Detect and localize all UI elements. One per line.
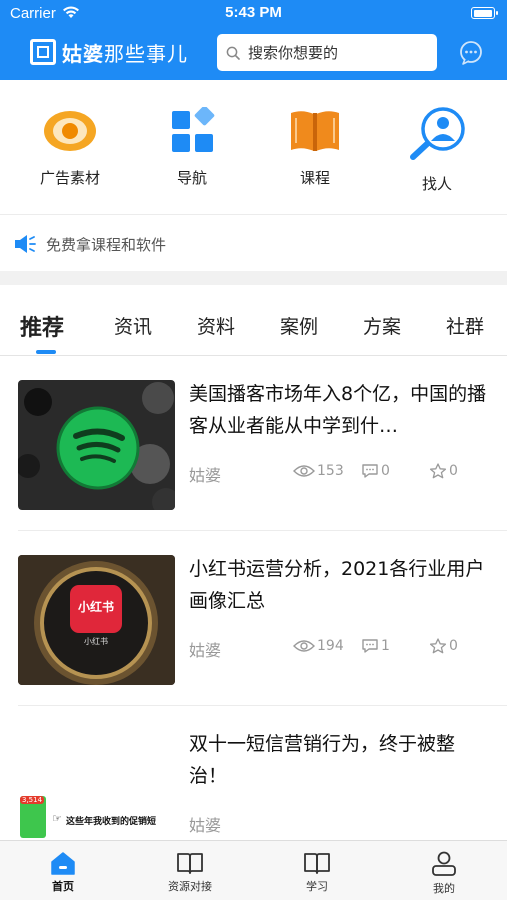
book-icon xyxy=(291,111,339,151)
view-count: 194 xyxy=(293,638,344,654)
tab-community[interactable]: 社群 xyxy=(446,312,484,339)
search-box[interactable] xyxy=(217,34,437,71)
tabbar-label: 资源对接 xyxy=(168,880,212,893)
user-icon xyxy=(432,851,456,876)
tab-recommend[interactable]: 推荐 xyxy=(20,310,64,342)
article-item[interactable]: 小红书 小红书 小红书运营分析，2021各行业用户画像汇总 姑婆 194 1 0 xyxy=(0,531,507,706)
category-label: 找人 xyxy=(421,175,452,193)
like-count[interactable]: 0 xyxy=(429,463,458,479)
logo-text-bold: 姑婆 xyxy=(62,41,104,66)
spotify-logo-image xyxy=(18,380,175,510)
article-meta: 姑婆 xyxy=(189,810,489,835)
category-course[interactable]: 课程 xyxy=(265,95,365,205)
tabbar-label: 我的 xyxy=(433,882,455,895)
message-icon[interactable] xyxy=(458,40,484,66)
tabbar-home[interactable]: 首页 xyxy=(0,841,126,900)
grid-icon xyxy=(172,107,215,152)
app-logo: 姑婆 那些事儿 xyxy=(30,36,188,68)
category-find-people[interactable]: 找人 xyxy=(387,95,487,205)
tabbar-study[interactable]: 学习 xyxy=(254,841,380,900)
article-thumbnail xyxy=(18,380,175,510)
speaker-icon xyxy=(15,235,36,253)
article-title: 双十一短信营销行为，终于被整治！ xyxy=(189,733,456,787)
comment-count-value: 1 xyxy=(381,638,390,654)
xiaohongshu-caption: 小红书 xyxy=(84,637,108,646)
comment-count: 0 xyxy=(361,463,390,479)
study-book-icon xyxy=(304,853,330,874)
section-divider xyxy=(0,271,507,285)
sms-caption: 这些年我收到的促销短 xyxy=(66,817,157,827)
article-title: 美国播客市场年入8个亿，中国的播客从业者能从中学到什… xyxy=(189,383,487,437)
tab-solutions[interactable]: 方案 xyxy=(363,312,401,339)
comment-count-value: 0 xyxy=(381,463,390,479)
search-icon xyxy=(226,46,240,60)
sms-badge: 3,514 xyxy=(20,796,45,804)
comment-icon xyxy=(362,639,378,653)
search-input[interactable] xyxy=(248,43,428,62)
category-label: 导航 xyxy=(176,169,207,187)
category-tabs: 推荐 资讯 资料 案例 方案 社群 xyxy=(0,300,507,356)
eye-outline-icon xyxy=(293,640,315,652)
view-count: 153 xyxy=(293,463,344,479)
article-thumbnail: 小红书 小红书 xyxy=(18,555,175,685)
pointing-hand-icon: ☞ xyxy=(52,812,62,825)
like-count-value: 0 xyxy=(449,638,458,654)
divider xyxy=(0,214,507,215)
status-time: 5:43 PM xyxy=(225,4,282,21)
logo-text-thin: 那些事儿 xyxy=(104,41,188,66)
notice-bar[interactable]: 免费拿课程和软件 xyxy=(0,218,507,270)
category-label: 广告素材 xyxy=(39,169,100,187)
xiaohongshu-logo-image xyxy=(18,555,175,685)
comment-count: 1 xyxy=(361,638,390,654)
like-count-value: 0 xyxy=(449,463,458,479)
tabbar-mine[interactable]: 我的 xyxy=(381,841,507,900)
category-grid: 广告素材 导航 课程 找人 xyxy=(0,95,507,205)
comment-icon xyxy=(362,464,378,478)
tab-cases[interactable]: 案例 xyxy=(280,312,318,339)
star-icon xyxy=(429,638,447,654)
article-title: 小红书运营分析，2021各行业用户画像汇总 xyxy=(189,558,485,612)
open-book-icon xyxy=(177,853,203,874)
logo-mark-icon xyxy=(30,39,56,65)
category-ad-material[interactable]: 广告素材 xyxy=(20,95,120,205)
star-icon xyxy=(429,463,447,479)
eye-outline-icon xyxy=(293,465,315,477)
article-author: 姑婆 xyxy=(189,466,222,485)
home-icon xyxy=(51,852,75,875)
category-label: 课程 xyxy=(299,169,330,187)
tab-materials[interactable]: 资料 xyxy=(197,312,235,339)
status-bar: Carrier 5:43 PM xyxy=(0,0,507,28)
eye-icon xyxy=(44,111,96,151)
view-count-value: 153 xyxy=(317,463,344,479)
active-tab-indicator xyxy=(36,350,56,354)
find-person-icon xyxy=(410,107,465,160)
like-count[interactable]: 0 xyxy=(429,638,458,654)
xiaohongshu-logo-label: 小红书 xyxy=(77,600,114,614)
article-author: 姑婆 xyxy=(189,816,222,835)
article-author: 姑婆 xyxy=(189,641,222,660)
app-header: Carrier 5:43 PM 姑婆 那些事儿 xyxy=(0,0,507,80)
article-meta: 姑婆 153 0 0 xyxy=(189,460,489,485)
notice-text: 免费拿课程和软件 xyxy=(46,235,167,254)
bottom-tab-bar: 首页 资源对接 学习 我的 xyxy=(0,840,507,900)
tabbar-label: 学习 xyxy=(306,880,328,893)
article-meta: 姑婆 194 1 0 xyxy=(189,635,489,660)
tabbar-resources[interactable]: 资源对接 xyxy=(127,841,253,900)
article-item[interactable]: 美国播客市场年入8个亿，中国的播客从业者能从中学到什… 姑婆 153 0 0 xyxy=(0,356,507,531)
battery-icon xyxy=(471,7,498,19)
tabbar-label: 首页 xyxy=(52,880,74,893)
view-count-value: 194 xyxy=(317,638,344,654)
tab-news[interactable]: 资讯 xyxy=(114,312,152,339)
category-navigation[interactable]: 导航 xyxy=(142,95,242,205)
